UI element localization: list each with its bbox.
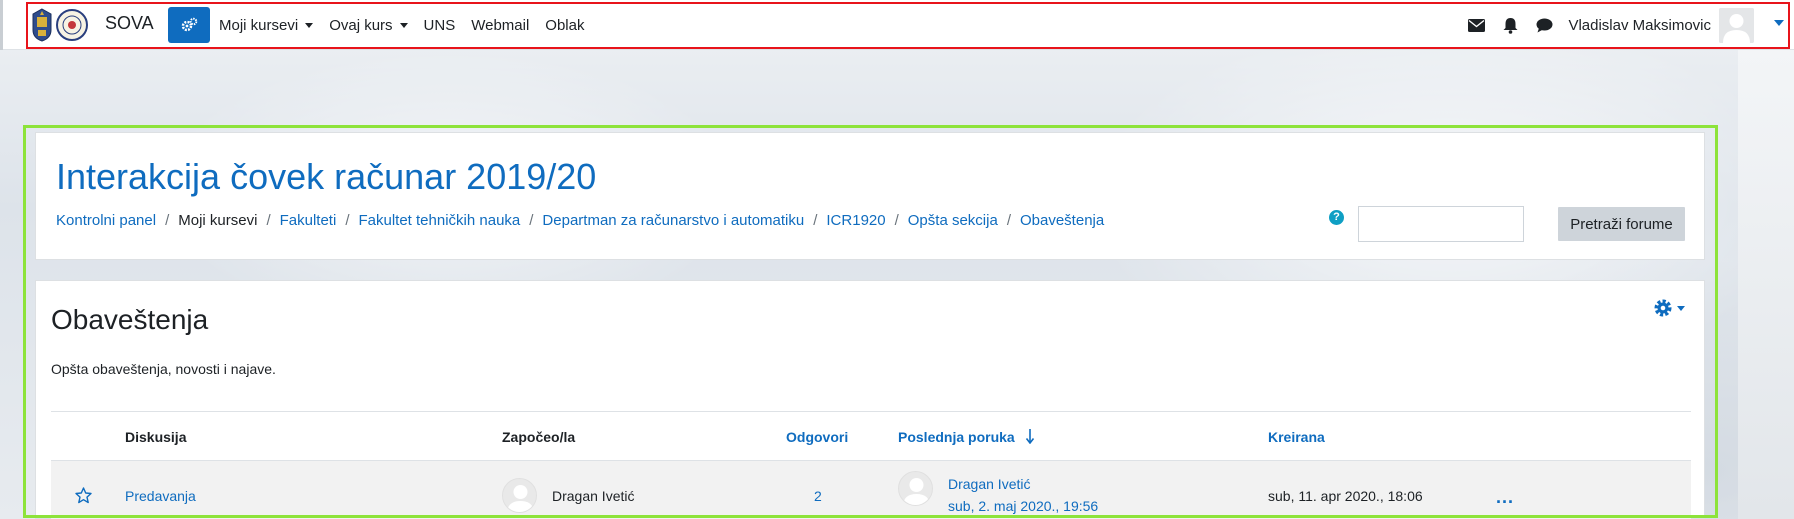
table-row: Predavanja Dragan Ivetić 2 Dragan Ivetić… (51, 461, 1691, 519)
bell-icon (1503, 17, 1518, 34)
messages-button[interactable] (1466, 15, 1486, 35)
nav-cloud[interactable]: Oblak (545, 17, 584, 34)
breadcrumb-separator: / (529, 212, 534, 229)
col-last-post-label: Poslednja poruka (898, 429, 1015, 445)
default-user-avatar-icon (903, 478, 930, 505)
breadcrumb-item-faculties[interactable]: Fakulteti (280, 212, 337, 229)
caret-down-icon (399, 22, 408, 28)
page-title: Interakcija čovek računar 2019/20 (56, 156, 597, 197)
breadcrumb-item-forum[interactable]: Obaveštenja (1020, 212, 1104, 229)
right-drawer-strip (1738, 50, 1794, 519)
forum-card: Obaveštenja Opšta obaveštenja, novosti i… (35, 280, 1705, 519)
caret-down-icon (305, 22, 314, 28)
faculty-seal (56, 9, 88, 41)
col-discussion: Diskusija (125, 429, 187, 445)
sort-arrow-down-icon (1025, 429, 1034, 445)
col-started-by: Započeo/la (502, 429, 576, 445)
nav-uns[interactable]: UNS (424, 17, 456, 34)
chat-button[interactable] (1534, 15, 1554, 35)
col-created[interactable]: Kreirana (1268, 429, 1325, 445)
user-nav: Vladislav Maksimovic (1452, 0, 1754, 50)
col-last-post[interactable]: Poslednja poruka (898, 429, 1035, 445)
breadcrumb: Kontrolni panel / Moji kursevi / Fakulte… (56, 212, 1104, 229)
user-menu-caret-icon[interactable] (1774, 20, 1784, 26)
breadcrumb-item-course[interactable]: ICR1920 (826, 212, 885, 229)
breadcrumb-separator: / (345, 212, 350, 229)
forum-search-input[interactable] (1358, 206, 1524, 242)
user-avatar[interactable] (1719, 7, 1754, 43)
starter-name: Dragan Ivetić (552, 488, 635, 504)
breadcrumb-item-department[interactable]: Departman za računarstvo i automatiku (542, 212, 804, 229)
admin-settings-button[interactable] (168, 7, 210, 43)
nav-this-course-label: Ovaj kurs (329, 16, 393, 34)
primary-nav: Moji kursevi Ovaj kurs UNS Webmail Oblak (219, 0, 600, 50)
logo-group[interactable] (32, 8, 88, 42)
university-logo (32, 8, 52, 42)
discussion-link[interactable]: Predavanja (125, 488, 196, 504)
breadcrumb-separator: / (894, 212, 899, 229)
last-post-author[interactable]: Dragan Ivetić (948, 476, 1030, 492)
starter-avatar[interactable] (502, 478, 537, 513)
site-brand[interactable]: SOVA (105, 13, 154, 34)
forum-actions-menu[interactable] (1653, 298, 1685, 318)
default-user-avatar-icon (507, 485, 534, 512)
top-navbar: SOVA Moji kursevi Ovaj kurs UNS Webmail … (0, 0, 1794, 50)
created-date: sub, 11. apr 2020., 18:06 (1268, 488, 1423, 504)
default-user-avatar-icon (1719, 7, 1754, 43)
breadcrumb-separator: / (1006, 212, 1011, 229)
discussion-table: Diskusija Započeo/la Odgovori Poslednja … (51, 411, 1691, 519)
breadcrumb-item-my-courses: Moji kursevi (178, 212, 258, 229)
last-post-date[interactable]: sub, 2. maj 2020., 19:56 (948, 498, 1098, 514)
breadcrumb-separator: / (165, 212, 170, 229)
nav-this-course[interactable]: Ovaj kurs (329, 16, 408, 34)
breadcrumb-item-faculty[interactable]: Fakultet tehničkih nauka (358, 212, 520, 229)
help-icon[interactable]: ? (1329, 210, 1344, 225)
replies-count[interactable]: 2 (814, 488, 822, 504)
gear-icon (1654, 299, 1672, 317)
col-replies[interactable]: Odgovori (786, 429, 848, 445)
nav-my-courses-label: Moji kursevi (219, 16, 299, 34)
cogs-icon (181, 17, 198, 32)
forum-title: Obaveštenja (51, 304, 209, 335)
last-post-avatar[interactable] (898, 471, 933, 506)
chat-bubble-icon (1536, 18, 1553, 32)
star-icon[interactable] (75, 487, 92, 504)
notifications-button[interactable] (1500, 15, 1520, 35)
breadcrumb-item-section[interactable]: Opšta sekcija (908, 212, 998, 229)
breadcrumb-item-dashboard[interactable]: Kontrolni panel (56, 212, 156, 229)
forum-description: Opšta obaveštenja, novosti i najave. (51, 361, 276, 377)
caret-down-icon (1677, 305, 1685, 311)
nav-drawer-edge[interactable] (0, 0, 3, 50)
course-header-card: Interakcija čovek računar 2019/20 Kontro… (35, 132, 1705, 260)
breadcrumb-separator: / (813, 212, 818, 229)
nav-my-courses[interactable]: Moji kursevi (219, 16, 314, 34)
envelope-icon (1467, 18, 1485, 32)
nav-webmail[interactable]: Webmail (471, 17, 529, 34)
user-name[interactable]: Vladislav Maksimovic (1568, 17, 1711, 34)
breadcrumb-separator: / (266, 212, 271, 229)
table-header: Diskusija Započeo/la Odgovori Poslednja … (51, 411, 1691, 461)
more-actions-icon[interactable]: ... (1496, 487, 1514, 508)
search-forums-button[interactable]: Pretraži forume (1558, 207, 1685, 241)
